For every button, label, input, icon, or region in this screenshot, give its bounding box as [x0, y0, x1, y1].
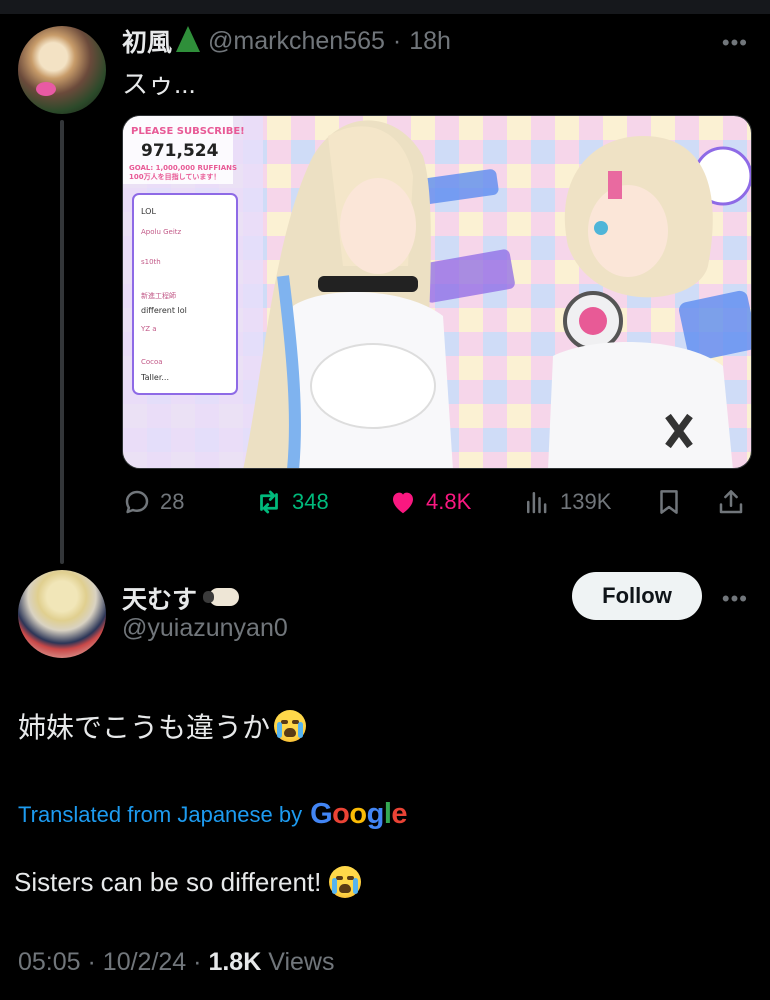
media-chat-line: LOL	[141, 207, 156, 216]
parent-author-handle[interactable]: @markchen565	[208, 27, 385, 56]
post-media-image[interactable]: PLEASE SUBSCRIBE! 971,524 GOAL: 1,000,00…	[122, 115, 752, 469]
parent-action-bar: 28 348 4.8K 139K	[122, 480, 752, 524]
separator-dot: ·	[193, 948, 209, 976]
media-chat-line: YZ a	[140, 325, 157, 333]
pine-tree-icon	[176, 26, 201, 52]
repost-button[interactable]: 348	[254, 480, 329, 524]
translation-text: Sisters can be so different!	[14, 866, 322, 897]
main-author-row: 天むす	[122, 580, 241, 616]
views-button[interactable]: 139K	[522, 480, 611, 524]
bookmark-button[interactable]	[654, 480, 684, 524]
main-more-button[interactable]: •••	[722, 586, 748, 612]
thread-connector	[60, 120, 64, 564]
avatar-markchen565[interactable]	[18, 26, 106, 114]
like-count: 4.8K	[426, 489, 472, 514]
view-count: 139K	[560, 489, 612, 514]
media-overlay-line: 971,524	[141, 141, 219, 161]
sheep-icon	[203, 586, 241, 610]
google-logo: Google	[310, 798, 408, 830]
views-label: Views	[268, 948, 335, 976]
reply-icon	[122, 487, 152, 517]
bar-chart-icon	[522, 487, 552, 517]
bookmark-icon	[654, 487, 684, 517]
main-post-text: 姉妹でこうも違うか	[18, 712, 271, 743]
media-overlay-line: PLEASE SUBSCRIBE!	[131, 126, 245, 137]
media-chat-line: Apolu Geitz	[141, 228, 182, 236]
translated-label: Translated from Japanese by	[18, 801, 303, 827]
top-bar	[0, 0, 770, 14]
media-overlay-line: GOAL: 1,000,000 RUFFIANS	[129, 164, 237, 172]
loudly-crying-face-icon	[274, 710, 307, 742]
parent-more-button[interactable]: •••	[722, 30, 748, 56]
parent-post-text: スゥ...	[122, 69, 196, 99]
main-author-handle[interactable]: @yuiazunyan0	[122, 614, 288, 643]
translation-text-row: Sisters can be so different!	[14, 866, 362, 898]
reply-count: 28	[160, 489, 185, 514]
main-author-name[interactable]: 天むす	[122, 580, 197, 616]
like-button[interactable]: 4.8K	[388, 480, 471, 524]
separator-dot: ·	[392, 26, 402, 55]
separator-dot: ·	[87, 948, 103, 976]
media-chat-line: Taller...	[140, 373, 169, 382]
post-date[interactable]: 10/2/24	[103, 948, 186, 976]
media-chat-line: 新進工程師	[141, 291, 176, 300]
media-chat-line: Cocoa	[141, 358, 163, 366]
media-overlay-line: 100万人を目指しています！	[129, 172, 220, 181]
media-chat-line: different lol	[141, 306, 187, 315]
post-metadata: 05:05 · 10/2/24 · 1.8K Views	[18, 948, 334, 977]
reply-button[interactable]: 28	[122, 480, 184, 524]
parent-post-time[interactable]: 18h	[409, 27, 451, 56]
repost-icon	[254, 487, 284, 517]
share-button[interactable]	[716, 480, 746, 524]
parent-author-row: 初風 @markchen565 · 18h	[122, 23, 451, 59]
post-time[interactable]: 05:05	[18, 948, 81, 976]
main-post-text-row: 姉妹でこうも違うか	[18, 706, 307, 746]
repost-count: 348	[292, 489, 329, 514]
translation-attribution[interactable]: Translated from Japanese by Google	[18, 798, 408, 831]
follow-button[interactable]: Follow	[572, 572, 702, 620]
share-icon	[716, 487, 746, 517]
heart-icon	[388, 487, 418, 517]
post-view-count: 1.8K	[208, 948, 262, 976]
parent-author-name[interactable]: 初風	[122, 23, 172, 59]
avatar-yuiazunyan0[interactable]	[18, 570, 106, 658]
media-chat-line: s10th	[141, 258, 161, 266]
loudly-crying-face-icon	[329, 866, 362, 898]
